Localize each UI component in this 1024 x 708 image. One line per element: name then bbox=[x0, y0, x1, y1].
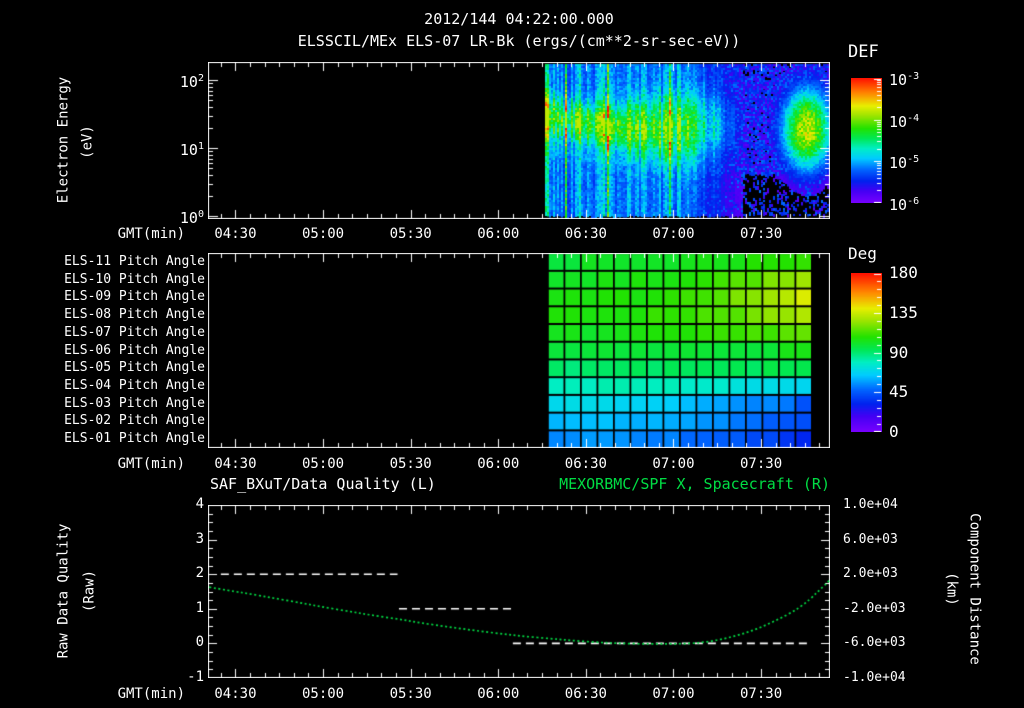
time-tick-label-top: 06:30 bbox=[564, 225, 607, 242]
quality-spacecraft-canvas bbox=[208, 505, 830, 678]
gmt-label-top: GMT(min) bbox=[117, 226, 185, 242]
pitch-row-label: ELS-04 Pitch Angle bbox=[64, 377, 205, 393]
pitch-row-label: ELS-02 Pitch Angle bbox=[64, 413, 205, 429]
time-tick-label-top: 04:30 bbox=[214, 225, 257, 242]
def-colorbar-tick-label: 10-3 bbox=[889, 71, 920, 89]
plot-title: ELSSCIL/MEx ELS-07 LR-Bk (ergs/(cm**2-sr… bbox=[297, 32, 741, 50]
distance-tick-label: 2.0e+03 bbox=[843, 566, 898, 582]
time-tick-label-top: 07:30 bbox=[740, 225, 783, 242]
def-colorbar-title: DEF bbox=[848, 42, 879, 62]
pitch-row-label: ELS-05 Pitch Angle bbox=[64, 360, 205, 376]
distance-tick-label: 1.0e+04 bbox=[843, 497, 898, 512]
def-colorbar-tick-label: 10-4 bbox=[889, 112, 920, 131]
deg-colorbar-title: Deg bbox=[848, 244, 877, 263]
time-tick-label-top: 05:00 bbox=[301, 225, 345, 242]
energy-tick-label: 100 bbox=[179, 209, 204, 227]
deg-colorbar-tick-label: 135 bbox=[889, 302, 918, 322]
pitch-angle-canvas bbox=[208, 253, 830, 448]
bottom-title-right: MEXORBMC/SPF X, Spacecraft (R) bbox=[559, 475, 830, 493]
spec-y-axis-label: Electron Energy bbox=[55, 76, 72, 204]
distance-tick-label: -6.0e+03 bbox=[843, 635, 906, 651]
def-colorbar-tick-label: 10-6 bbox=[889, 196, 920, 214]
time-tick-label-bottom: 06:30 bbox=[564, 685, 607, 702]
pitch-row-label: ELS-03 Pitch Angle bbox=[64, 395, 205, 411]
electron-spectrogram-canvas bbox=[208, 62, 830, 219]
raw-quality-tick-label: 1 bbox=[195, 599, 204, 616]
gmt-label-middle: GMT(min) bbox=[117, 456, 185, 472]
deg-colorbar-tick-label: 0 bbox=[889, 422, 899, 441]
pitch-row-label: ELS-08 Pitch Angle bbox=[64, 307, 205, 323]
pitch-row-label: ELS-06 Pitch Angle bbox=[64, 342, 205, 358]
energy-tick-label: 102 bbox=[179, 73, 204, 91]
raw-quality-tick-label: 4 bbox=[195, 496, 204, 512]
deg-colorbar-tick-label: 45 bbox=[889, 382, 909, 402]
raw-quality-tick-label: -1 bbox=[187, 669, 204, 685]
time-tick-label-bottom: 07:30 bbox=[740, 685, 783, 702]
time-tick-label-top: 05:30 bbox=[389, 225, 432, 242]
pitch-row-label: ELS-07 Pitch Angle bbox=[64, 324, 205, 340]
time-tick-label-top: 07:00 bbox=[652, 225, 695, 242]
distance-tick-label: 6.0e+03 bbox=[843, 531, 898, 547]
deg-colorbar bbox=[851, 273, 882, 432]
deg-colorbar-tick-label: 180 bbox=[889, 263, 918, 282]
time-tick-label-middle: 06:30 bbox=[564, 455, 607, 472]
time-tick-label-middle: 05:30 bbox=[389, 455, 432, 472]
bottom-y-axis-label-right: Component Distance bbox=[966, 513, 983, 665]
time-tick-label-top: 06:00 bbox=[477, 225, 520, 242]
time-tick-label-middle: 05:00 bbox=[301, 455, 345, 472]
bottom-y-axis-label-left: Raw Data Quality bbox=[55, 523, 72, 659]
raw-quality-tick-label: 0 bbox=[195, 634, 204, 651]
raw-quality-tick-label: 2 bbox=[195, 565, 204, 582]
energy-tick-label: 101 bbox=[179, 141, 204, 159]
raw-quality-tick-label: 3 bbox=[195, 530, 204, 547]
time-tick-label-bottom: 06:00 bbox=[477, 685, 520, 702]
pitch-row-label: ELS-01 Pitch Angle bbox=[64, 431, 205, 447]
pitch-row-label: ELS-10 Pitch Angle bbox=[64, 271, 205, 287]
time-tick-label-middle: 07:30 bbox=[740, 455, 783, 472]
science-plot-screen: 2012/144 04:22:00.000 ELSSCIL/MEx ELS-07… bbox=[0, 0, 1024, 708]
time-tick-label-bottom: 04:30 bbox=[214, 685, 257, 702]
time-tick-label-bottom: 05:00 bbox=[301, 685, 345, 702]
gmt-label-bottom: GMT(min) bbox=[117, 686, 185, 702]
pitch-row-label: ELS-11 Pitch Angle bbox=[64, 253, 205, 269]
plot-datetime: 2012/144 04:22:00.000 bbox=[424, 10, 614, 28]
spec-y-axis-units: (eV) bbox=[79, 125, 96, 159]
time-tick-label-middle: 07:00 bbox=[652, 455, 695, 472]
pitch-row-label: ELS-09 Pitch Angle bbox=[64, 289, 205, 305]
bottom-title-left: SAF_BXuT/Data Quality (L) bbox=[210, 475, 436, 493]
distance-tick-label: -1.0e+04 bbox=[843, 670, 906, 685]
bottom-y-axis-units-right: (km) bbox=[943, 572, 960, 606]
def-colorbar bbox=[851, 78, 882, 203]
time-tick-label-bottom: 07:00 bbox=[652, 685, 695, 702]
distance-tick-label: -2.0e+03 bbox=[843, 600, 906, 616]
deg-colorbar-tick-label: 90 bbox=[889, 342, 909, 362]
time-tick-label-middle: 06:00 bbox=[477, 455, 520, 472]
bottom-y-axis-units-left: (Raw) bbox=[81, 569, 98, 613]
def-colorbar-tick-label: 10-5 bbox=[889, 154, 920, 173]
time-tick-label-middle: 04:30 bbox=[214, 455, 257, 472]
time-tick-label-bottom: 05:30 bbox=[389, 685, 432, 702]
